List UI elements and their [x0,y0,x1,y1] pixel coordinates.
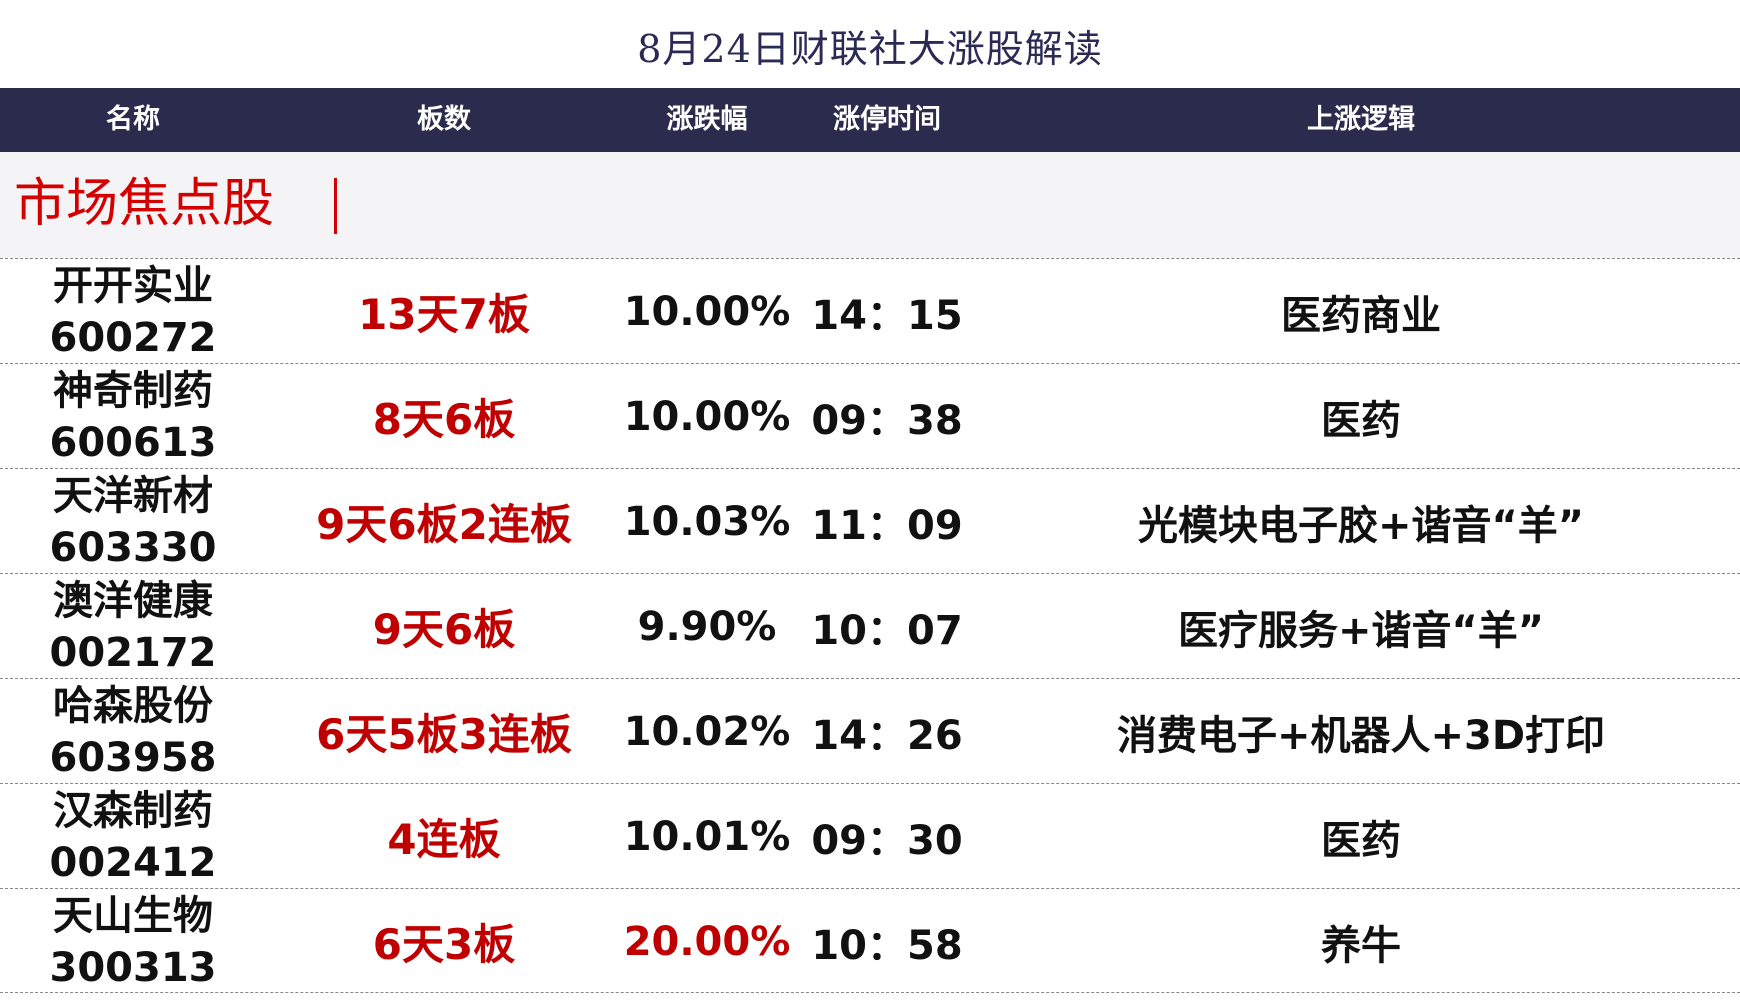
limit-up-time: 14：26 [811,712,963,759]
table-row: 天山生物 300313 6天3板 20.00% 10：58 养牛 [0,888,1740,993]
rise-logic: 养牛 [1321,922,1401,969]
column-header-time: 涨停时间 [833,104,941,135]
limit-up-time: 10：07 [811,607,963,654]
stock-name-cell: 天洋新材 603330 [0,469,266,574]
rise-logic: 医药 [1321,397,1401,444]
stock-name: 哈森股份 [53,682,213,729]
table-row: 天洋新材 603330 9天6板2连板 10.03% 11：09 光模块电子胶+… [0,468,1740,573]
rise-logic: 光模块电子胶+谐音“羊” [1137,502,1585,549]
stock-code: 002412 [49,839,217,886]
price-change: 10.00% [623,393,791,440]
section-divider [334,178,337,234]
board-count: 9天6板 [372,605,516,654]
column-header-change: 涨跌幅 [666,104,748,135]
price-change: 10.02% [623,708,791,755]
table-row: 开开实业 600272 13天7板 10.00% 14：15 医药商业 [0,258,1740,363]
price-change: 10.01% [623,813,791,860]
stock-name-cell: 天山生物 300313 [0,889,266,994]
stock-name: 澳洋健康 [53,577,213,624]
stock-name-cell: 汉森制药 002412 [0,784,266,889]
column-header-board: 板数 [417,104,471,135]
limit-up-time: 14：15 [811,292,963,339]
stock-name: 神奇制药 [53,367,213,414]
table-header: 名称 板数 涨跌幅 涨停时间 上涨逻辑 [0,88,1740,152]
board-count: 9天6板2连板 [316,500,572,549]
stock-name: 天山生物 [53,892,213,939]
stock-name-cell: 哈森股份 603958 [0,679,266,784]
stock-name-cell: 开开实业 600272 [0,259,266,364]
table-row: 澳洋健康 002172 9天6板 9.90% 10：07 医疗服务+谐音“羊” [0,573,1740,678]
section-row: 市场焦点股 [0,152,1740,258]
board-count: 8天6板 [372,395,516,444]
stock-code: 600272 [49,314,217,361]
stock-code: 300313 [49,944,217,991]
stock-name: 开开实业 [53,262,213,309]
stock-code: 002172 [49,629,217,676]
price-change: 20.00% [623,918,791,965]
stock-name-cell: 澳洋健康 002172 [0,574,266,679]
price-change: 10.00% [623,288,791,335]
stock-code: 603330 [49,524,217,571]
limit-up-time: 09：38 [811,397,963,444]
column-header-logic: 上涨逻辑 [1307,104,1415,135]
rise-logic: 消费电子+机器人+3D打印 [1116,712,1606,759]
price-change: 9.90% [637,603,777,650]
board-count: 13天7板 [358,290,530,339]
board-count: 6天3板 [372,920,516,969]
stock-code: 600613 [49,419,217,466]
board-count: 6天5板3连板 [316,710,572,759]
page-title: 8月24日财联社大涨股解读 [637,27,1103,71]
rise-logic: 医药商业 [1281,292,1441,339]
table-row: 汉森制药 002412 4连板 10.01% 09：30 医药 [0,783,1740,888]
table-row: 哈森股份 603958 6天5板3连板 10.02% 14：26 消费电子+机器… [0,678,1740,783]
stock-name-cell: 神奇制药 600613 [0,364,266,469]
column-header-name: 名称 [106,104,160,135]
stock-name: 天洋新材 [53,472,213,519]
price-change: 10.03% [623,498,791,545]
section-label: 市场焦点股 [14,174,275,234]
board-count: 4连板 [387,815,501,864]
limit-up-time: 09：30 [811,817,963,864]
stock-name: 汉森制药 [53,787,213,834]
rise-logic: 医药 [1321,817,1401,864]
limit-up-time: 11：09 [811,502,963,549]
stock-code: 603958 [49,734,217,781]
stock-table: 开开实业 600272 13天7板 10.00% 14：15 医药商业 神奇制药… [0,258,1740,993]
rise-logic: 医疗服务+谐音“羊” [1177,607,1545,654]
table-row: 神奇制药 600613 8天6板 10.00% 09：38 医药 [0,363,1740,468]
limit-up-time: 10：58 [811,922,963,969]
